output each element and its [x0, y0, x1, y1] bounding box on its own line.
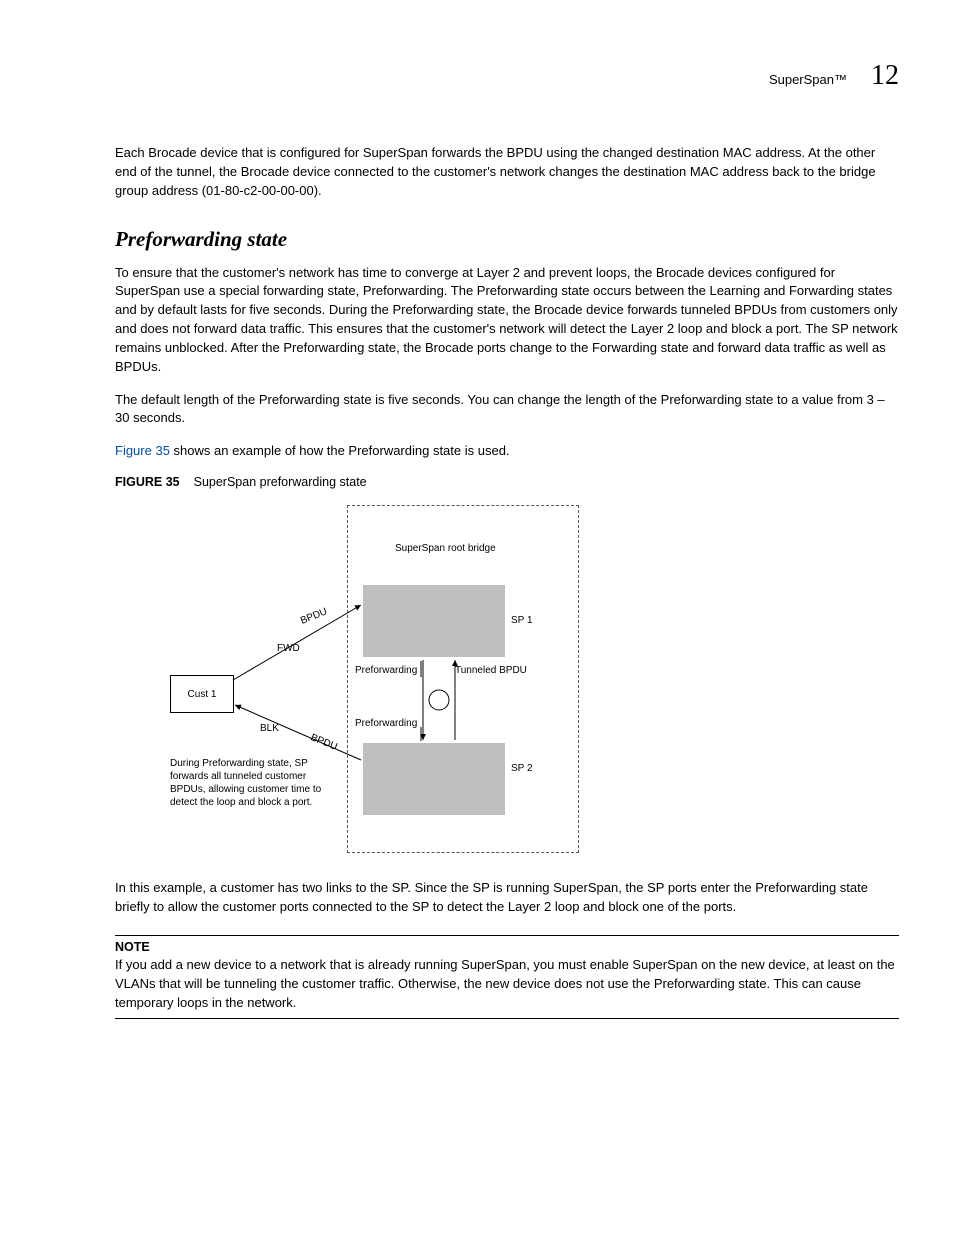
sp1-label: SP 1 [511, 615, 533, 626]
figure-caption-label: FIGURE 35 [115, 475, 180, 489]
body-paragraph: The default length of the Preforwarding … [115, 391, 899, 429]
root-bridge-label: SuperSpan root bridge [395, 543, 475, 555]
intro-paragraph: Each Brocade device that is configured f… [115, 144, 899, 201]
sp2-node [363, 743, 505, 815]
tunneled-bpdu-label: Tunneled BPDU [455, 665, 527, 676]
section-heading: Preforwarding state [115, 227, 899, 252]
figure-caption: FIGURE 35 SuperSpan preforwarding state [115, 475, 899, 489]
customer-label: Cust 1 [188, 689, 217, 700]
sp1-node [363, 585, 505, 657]
chapter-number: 12 [871, 60, 899, 92]
preforwarding-label: Preforwarding [355, 665, 417, 676]
note-rule-top [115, 935, 899, 936]
bpdu-label: BPDU [309, 732, 339, 753]
bpdu-label: BPDU [299, 606, 329, 627]
figure-caption-text: SuperSpan preforwarding state [194, 475, 367, 489]
page-header: SuperSpan™ 12 [115, 60, 899, 92]
paragraph-tail: shows an example of how the Preforwardin… [170, 443, 510, 458]
note-label: NOTE [115, 940, 899, 954]
header-topic: SuperSpan™ [769, 72, 847, 87]
body-paragraph: Figure 35 shows an example of how the Pr… [115, 442, 899, 461]
note-rule-bottom [115, 1018, 899, 1019]
figure-diagram: Cust 1 SuperSpan root bridge SP 1 SP 2 F… [155, 505, 585, 865]
figure-reference-link[interactable]: Figure 35 [115, 443, 170, 458]
sp2-label: SP 2 [511, 763, 533, 774]
body-paragraph: In this example, a customer has two link… [115, 879, 899, 917]
customer-node: Cust 1 [170, 675, 234, 713]
page: SuperSpan™ 12 Each Brocade device that i… [0, 0, 954, 1079]
preforwarding-label: Preforwarding [355, 718, 417, 729]
blk-label: BLK [260, 723, 279, 734]
body-paragraph: To ensure that the customer's network ha… [115, 264, 899, 377]
fwd-label: FWD [277, 643, 300, 654]
diagram-explanation: During Preforwarding state, SP forwards … [170, 757, 340, 809]
note-text: If you add a new device to a network tha… [115, 956, 899, 1013]
